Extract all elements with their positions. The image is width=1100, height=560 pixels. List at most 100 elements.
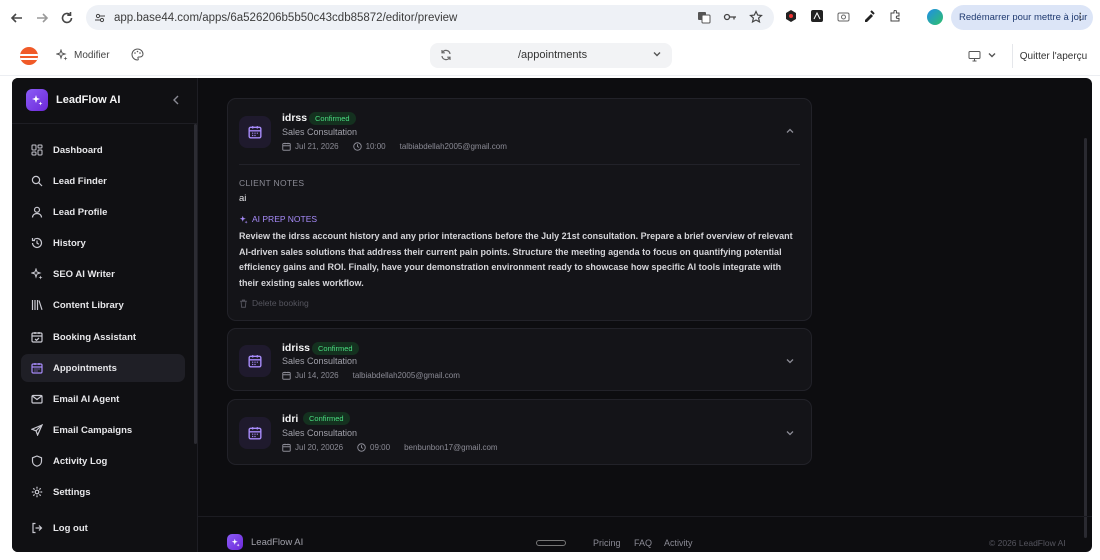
gear-icon bbox=[30, 486, 43, 499]
chevron-down-icon[interactable] bbox=[785, 356, 795, 366]
palette-icon[interactable] bbox=[131, 48, 145, 62]
client-notes-heading: CLIENT NOTES bbox=[239, 178, 305, 188]
chevron-down-icon bbox=[652, 49, 662, 59]
footer-brand[interactable]: LeadFlow AI bbox=[227, 534, 303, 550]
editor-topbar: Modifier /appointments Quitter l'aperçu bbox=[0, 36, 1100, 76]
modify-label: Modifier bbox=[74, 49, 110, 61]
sidebar-item-email-ai-agent[interactable]: Email AI Agent bbox=[21, 385, 185, 413]
sidebar-item-lead-finder[interactable]: Lead Finder bbox=[21, 167, 185, 195]
calendar-check-icon bbox=[30, 331, 43, 344]
footer-toggle[interactable] bbox=[536, 540, 566, 546]
client-notes: ai bbox=[239, 193, 247, 204]
extensions-puzzle-icon[interactable] bbox=[888, 9, 902, 23]
sidebar-item-label: Email Campaigns bbox=[53, 424, 133, 436]
sparkles-logo-icon bbox=[227, 534, 243, 550]
calendar-icon bbox=[239, 417, 271, 449]
client-email: talbiabdellah2005@gmail.com bbox=[352, 371, 460, 380]
sidebar-item-label: Content Library bbox=[53, 299, 124, 311]
extension-icon[interactable] bbox=[810, 9, 824, 23]
sidebar-item-label: Email AI Agent bbox=[53, 393, 120, 405]
status-badge: Confirmed bbox=[309, 112, 356, 125]
device-preview-button[interactable] bbox=[968, 50, 997, 62]
chevron-up-icon[interactable] bbox=[785, 126, 795, 136]
sidebar-item-label: Dashboard bbox=[53, 144, 103, 156]
client-email: benbunbon17@gmail.com bbox=[404, 443, 498, 452]
sidebar-item-booking-assistant[interactable]: Booking Assistant bbox=[21, 323, 185, 351]
browser-toolbar: app.base44.com/apps/6a526206b5b50c43cdb8… bbox=[0, 0, 1100, 36]
calendar-icon bbox=[239, 116, 271, 148]
appointment-card[interactable]: idrss Confirmed Sales Consultation Jul 2… bbox=[227, 98, 812, 321]
ai-prep-notes-heading: AI PREP NOTES bbox=[239, 214, 317, 224]
sidebar-item-settings[interactable]: Settings bbox=[21, 478, 185, 506]
brand[interactable]: LeadFlow AI bbox=[26, 89, 120, 111]
delete-booking-label: Delete booking bbox=[252, 298, 309, 308]
calendar-small-icon bbox=[282, 443, 291, 452]
app-preview: LeadFlow AI Dashboard Lead Finder Lead P… bbox=[12, 78, 1092, 552]
quit-preview-button[interactable]: Quitter l'aperçu bbox=[1012, 44, 1094, 68]
modify-button[interactable]: Modifier bbox=[56, 49, 110, 61]
client-name: idrss bbox=[282, 112, 308, 124]
url-text: app.base44.com/apps/6a526206b5b50c43cdb8… bbox=[114, 11, 458, 24]
sidebar-item-label: Lead Finder bbox=[53, 175, 107, 187]
sidebar-item-label: SEO AI Writer bbox=[53, 268, 115, 280]
footer-link-activity[interactable]: Activity bbox=[664, 538, 693, 548]
restart-update-button[interactable]: Redémarrer pour mettre à jour ⋮ bbox=[951, 5, 1093, 30]
footer-link-pricing[interactable]: Pricing bbox=[593, 538, 621, 548]
sidebar: LeadFlow AI Dashboard Lead Finder Lead P… bbox=[12, 78, 198, 552]
profile-avatar[interactable] bbox=[927, 9, 943, 25]
chevron-down-icon[interactable] bbox=[785, 428, 795, 438]
divider bbox=[12, 123, 198, 124]
footer-link-faq[interactable]: FAQ bbox=[634, 538, 652, 548]
user-icon bbox=[30, 206, 43, 219]
sidebar-item-history[interactable]: History bbox=[21, 229, 185, 257]
appointment-card[interactable]: idri Confirmed Sales Consultation Jul 20… bbox=[227, 399, 812, 465]
calendar-small-icon bbox=[282, 371, 291, 380]
footer-copyright: © 2026 LeadFlow AI bbox=[989, 538, 1066, 548]
search-icon bbox=[30, 175, 43, 188]
sidebar-item-lead-profile[interactable]: Lead Profile bbox=[21, 198, 185, 226]
back-icon[interactable] bbox=[4, 5, 30, 31]
forward-icon[interactable] bbox=[29, 5, 55, 31]
client-email: talbiabdellah2005@gmail.com bbox=[399, 142, 507, 151]
more-vertical-icon[interactable]: ⋮ bbox=[1076, 12, 1086, 23]
eyedropper-icon[interactable] bbox=[862, 9, 876, 23]
sidebar-item-label: History bbox=[53, 237, 86, 249]
appointment-meta: Jul 20, 20026 09:00 benbunbon17@gmail.co… bbox=[282, 443, 498, 452]
sidebar-item-appointments[interactable]: Appointments bbox=[21, 354, 185, 382]
send-icon bbox=[30, 424, 43, 437]
sidebar-item-seo-ai-writer[interactable]: SEO AI Writer bbox=[21, 260, 185, 288]
sidebar-scrollbar[interactable] bbox=[194, 124, 197, 444]
clock-icon bbox=[357, 443, 366, 452]
reload-icon[interactable] bbox=[54, 5, 80, 31]
divider bbox=[239, 164, 800, 165]
base44-logo[interactable] bbox=[20, 47, 38, 65]
clock-icon bbox=[352, 142, 362, 151]
logout-button[interactable]: Log out bbox=[21, 514, 185, 542]
delete-booking-button[interactable]: Delete booking bbox=[239, 298, 309, 308]
appointment-meta: Jul 21, 2026 10:00 talbiabdellah2005@gma… bbox=[282, 142, 507, 151]
site-settings-icon[interactable] bbox=[94, 12, 106, 24]
mail-icon bbox=[30, 393, 43, 406]
password-key-icon[interactable] bbox=[722, 9, 738, 25]
sidebar-item-email-campaigns[interactable]: Email Campaigns bbox=[21, 416, 185, 444]
extension-icon[interactable] bbox=[784, 9, 798, 23]
chevron-down-icon bbox=[987, 50, 997, 62]
camera-icon[interactable] bbox=[836, 9, 850, 23]
monitor-icon bbox=[968, 50, 981, 62]
collapse-sidebar-icon[interactable] bbox=[172, 95, 180, 105]
route-selector[interactable]: /appointments bbox=[430, 43, 672, 68]
sidebar-item-content-library[interactable]: Content Library bbox=[21, 291, 185, 319]
appointment-card[interactable]: idriss Confirmed Sales Consultation Jul … bbox=[227, 328, 812, 391]
appointment-date: Jul 21, 2026 bbox=[295, 142, 339, 151]
bookmark-star-icon[interactable] bbox=[748, 9, 764, 25]
appointment-time: 09:00 bbox=[370, 443, 391, 452]
refresh-icon[interactable] bbox=[440, 49, 452, 61]
main-scrollbar[interactable] bbox=[1084, 138, 1087, 538]
sidebar-item-activity-log[interactable]: Activity Log bbox=[21, 447, 185, 475]
sidebar-item-label: Booking Assistant bbox=[53, 331, 137, 343]
translate-icon[interactable] bbox=[696, 9, 712, 25]
address-bar[interactable]: app.base44.com/apps/6a526206b5b50c43cdb8… bbox=[86, 5, 774, 30]
calendar-icon bbox=[239, 345, 271, 377]
sidebar-item-dashboard[interactable]: Dashboard bbox=[21, 136, 185, 164]
grid-icon bbox=[30, 144, 43, 157]
